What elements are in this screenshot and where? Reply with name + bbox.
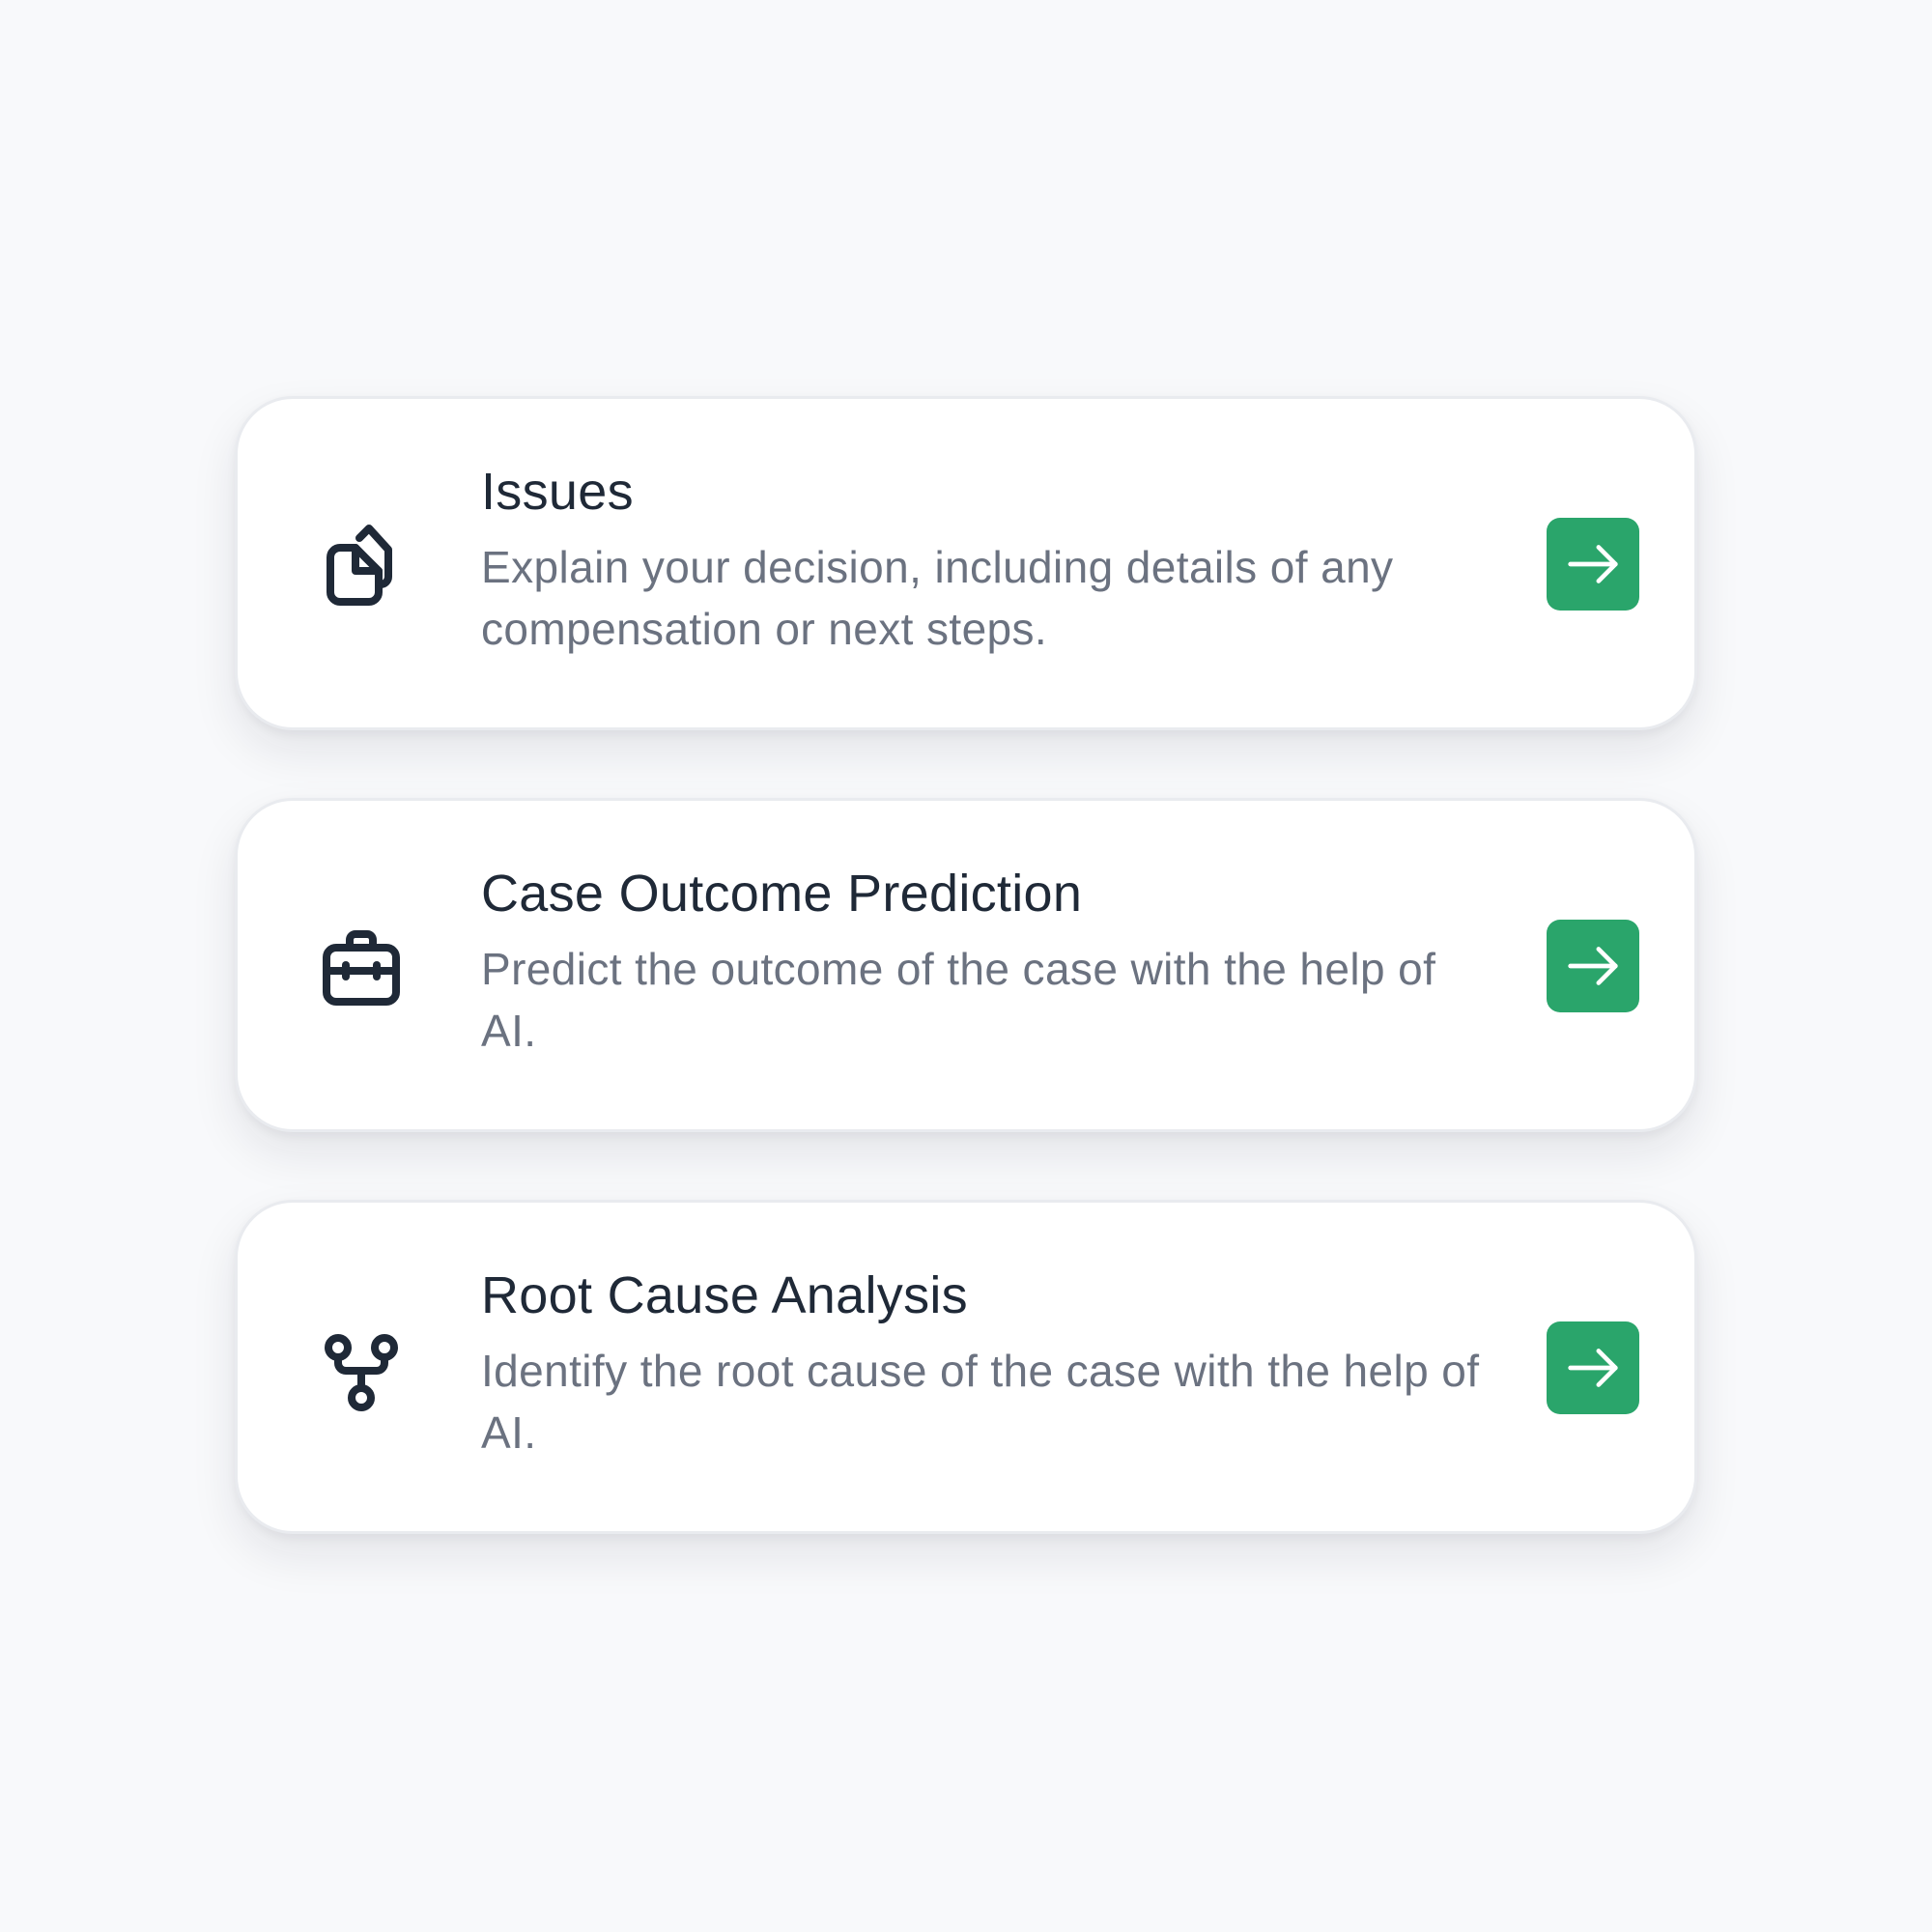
git-fork-icon [315, 1324, 408, 1417]
root-cause-analysis-card[interactable]: Root Cause Analysis Identify the root ca… [235, 1200, 1697, 1534]
root-cause-analysis-card-text: Root Cause Analysis Identify the root ca… [481, 1264, 1495, 1463]
arrow-right-icon [1568, 1349, 1618, 1387]
root-cause-analysis-open-button[interactable] [1547, 1321, 1639, 1414]
arrow-right-icon [1568, 947, 1618, 985]
case-outcome-prediction-card-text: Case Outcome Prediction Predict the outc… [481, 863, 1495, 1062]
case-outcome-prediction-open-button[interactable] [1547, 920, 1639, 1012]
card-title: Case Outcome Prediction [481, 865, 1083, 923]
card-description: Identify the root cause of the case with… [481, 1346, 1480, 1458]
briefcase-icon [315, 923, 408, 1015]
arrow-right-icon [1568, 545, 1618, 583]
issues-card[interactable]: Issues Explain your decision, including … [235, 396, 1697, 730]
case-outcome-prediction-card[interactable]: Case Outcome Prediction Predict the outc… [235, 798, 1697, 1132]
card-title: Issues [481, 463, 634, 521]
card-description: Predict the outcome of the case with the… [481, 944, 1436, 1056]
feature-list: Issues Explain your decision, including … [0, 0, 1932, 1932]
card-description: Explain your decision, including details… [481, 542, 1394, 654]
documents-icon [315, 521, 408, 613]
issues-open-button[interactable] [1547, 518, 1639, 611]
issues-card-text: Issues Explain your decision, including … [481, 461, 1495, 660]
card-title: Root Cause Analysis [481, 1266, 968, 1324]
